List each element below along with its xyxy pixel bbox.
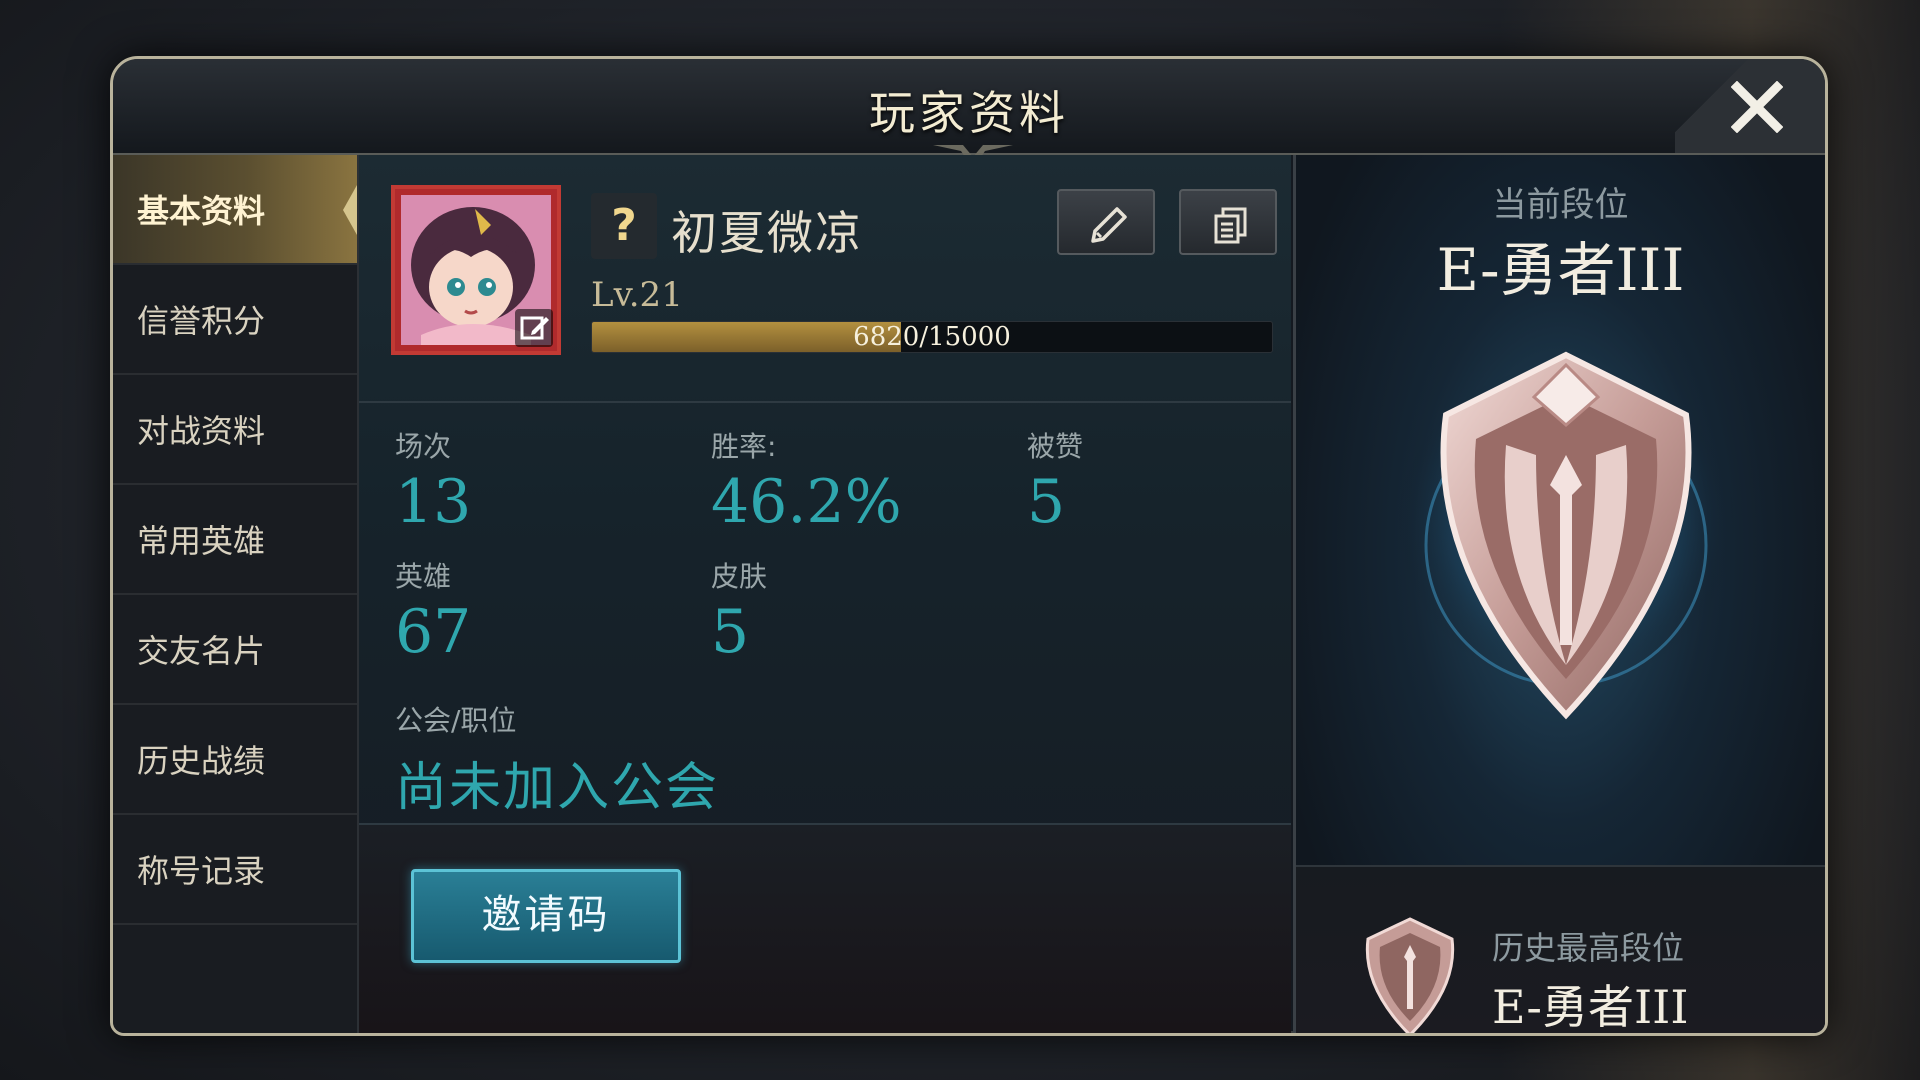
main-panel: ? 初夏微凉 Lv.21 6820/15000 场次 13 胜率: 46.2% …: [359, 155, 1291, 1033]
stat-value: 13: [395, 467, 472, 537]
current-rank-value: E-勇者III: [1436, 236, 1685, 304]
stats-section: 场次 13 胜率: 46.2% 被赞 5 英雄 67 皮肤 5 公会/职位 尚未…: [359, 403, 1291, 821]
stat-skins: 皮肤 5: [711, 555, 767, 667]
sidebar-item-social-card[interactable]: 交友名片: [113, 595, 357, 705]
stat-value: 5: [711, 597, 750, 667]
stat-value: 46.2%: [711, 467, 902, 537]
stat-label: 英雄: [395, 560, 452, 593]
stat-winrate: 胜率: 46.2%: [711, 425, 902, 537]
sidebar-item-battle-data[interactable]: 对战资料: [113, 375, 357, 485]
sidebar-item-label: 历史战绩: [137, 742, 266, 780]
stat-heroes: 英雄 67: [395, 555, 471, 667]
history-rank-shield-icon: [1365, 917, 1455, 1033]
current-rank-label: 当前段位: [1492, 185, 1629, 225]
title-bar: 玩家资料: [113, 59, 1825, 169]
sidebar-item-label: 基本资料: [137, 192, 266, 230]
player-name: 初夏微凉: [671, 206, 863, 260]
history-rank-area: 历史最高段位 E-勇者III: [1296, 865, 1825, 1033]
edit-icon: [520, 316, 549, 340]
invite-code-button[interactable]: 邀请码: [411, 869, 681, 963]
sidebar: 基本资料 信誉积分 对战资料 常用英雄 交友名片 历史战绩 称号记录: [113, 155, 359, 1033]
player-level: Lv.21: [591, 275, 683, 315]
invite-area: 邀请码: [359, 825, 1291, 1033]
sidebar-item-credit-score[interactable]: 信誉积分: [113, 265, 357, 375]
guild-label: 公会/职位: [395, 704, 517, 737]
rank-shield-icon: [1396, 351, 1736, 720]
history-rank-value: E-勇者III: [1492, 980, 1689, 1034]
player-profile-dialog: 玩家资料 基本资料 信誉积分 对战资料 常用英雄 交友名片 历史战绩 称号记录: [110, 56, 1828, 1036]
avatar[interactable]: [391, 185, 561, 355]
sidebar-item-label: 交友名片: [137, 632, 266, 670]
dialog-title: 玩家资料: [869, 86, 1069, 140]
avatar-edit-button[interactable]: [515, 309, 553, 347]
stat-value: 67: [395, 597, 472, 667]
sidebar-item-label: 常用英雄: [137, 522, 266, 560]
sidebar-item-label: 对战资料: [137, 412, 266, 450]
rank-panel: 当前段位 E-勇者III 历史最高段位 E-勇者III: [1293, 155, 1825, 1033]
stat-label: 场次: [395, 430, 452, 463]
stat-likes: 被赞 5: [1027, 425, 1083, 537]
stat-label: 被赞: [1027, 430, 1084, 463]
stat-label: 胜率:: [711, 430, 777, 463]
help-badge[interactable]: ?: [591, 193, 657, 259]
sidebar-item-label: 称号记录: [137, 852, 266, 890]
sidebar-item-match-history[interactable]: 历史战绩: [113, 705, 357, 815]
copy-button[interactable]: [1179, 189, 1277, 255]
sidebar-item-common-heroes[interactable]: 常用英雄: [113, 485, 357, 595]
pencil-icon: [1091, 207, 1127, 243]
stat-matches: 场次 13: [395, 425, 471, 537]
edit-name-button[interactable]: [1057, 189, 1155, 255]
stat-label: 皮肤: [711, 560, 768, 593]
stat-value: 5: [1027, 467, 1066, 537]
guild-value: 尚未加入公会: [395, 758, 720, 818]
copy-icon: [1214, 207, 1247, 244]
sidebar-item-title-records[interactable]: 称号记录: [113, 815, 357, 925]
sidebar-item-basic-info[interactable]: 基本资料: [113, 155, 357, 265]
profile-header: ? 初夏微凉 Lv.21 6820/15000: [359, 155, 1291, 403]
history-rank-label: 历史最高段位: [1492, 929, 1685, 967]
xp-progress-text: 6820/15000: [853, 322, 1011, 352]
close-icon: [1731, 81, 1783, 133]
xp-progress-bar: 6820/15000: [591, 321, 1273, 353]
close-button[interactable]: [1675, 59, 1825, 153]
sidebar-item-label: 信誉积分: [137, 302, 266, 340]
